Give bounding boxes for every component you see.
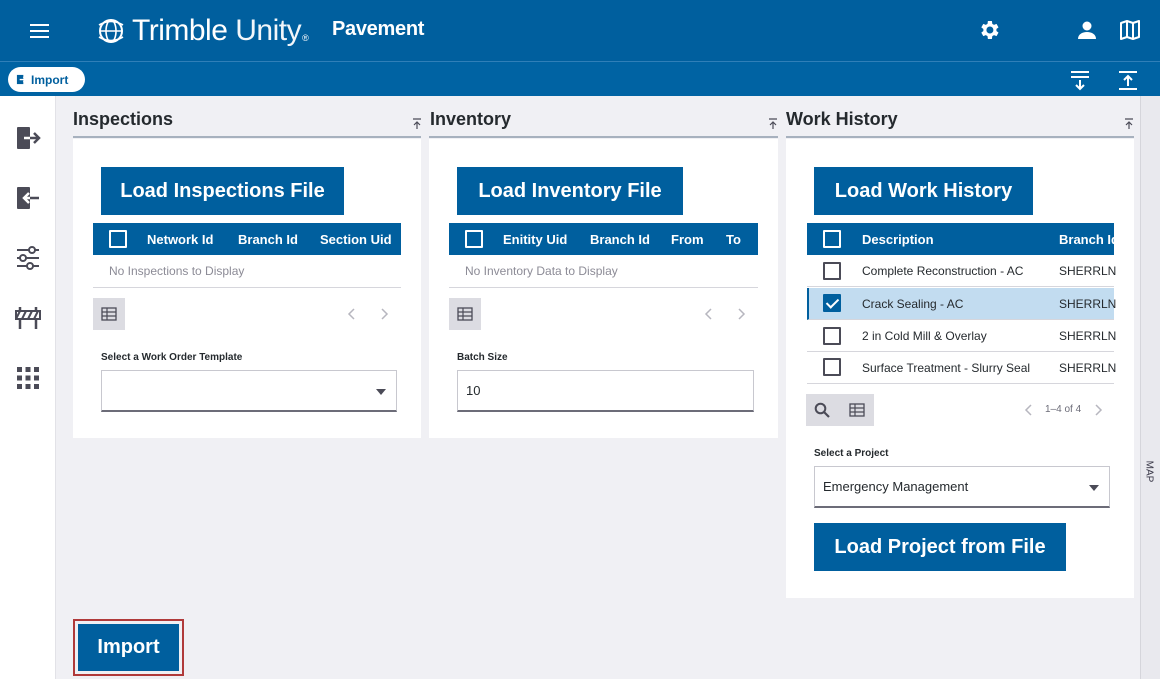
import-icon[interactable]	[14, 124, 42, 152]
sliders-icon[interactable]	[14, 244, 42, 272]
search-icon[interactable]	[814, 402, 830, 418]
column-header[interactable]: Network Id	[147, 232, 213, 247]
map-tab-label[interactable]: MAP	[1144, 460, 1155, 484]
map-panel-tab[interactable]	[1140, 96, 1160, 679]
row-checkbox[interactable]	[823, 327, 841, 345]
inspections-divider	[73, 136, 421, 138]
expand-all-icon[interactable]	[1117, 69, 1139, 91]
next-page-icon[interactable]	[736, 307, 746, 321]
collapse-icon[interactable]	[767, 118, 779, 130]
load-project-button[interactable]: Load Project from File	[814, 523, 1066, 571]
row-checkbox[interactable]	[823, 294, 841, 312]
table-icon	[101, 307, 117, 321]
column-header[interactable]: Section Uid	[320, 232, 392, 247]
left-rail	[0, 96, 56, 679]
work-history-divider	[786, 136, 1134, 138]
next-page-icon[interactable]	[1093, 403, 1103, 417]
grid-settings-button[interactable]	[449, 298, 481, 330]
table-row[interactable]: 2 in Cold Mill & Overlay SHERRLN	[807, 320, 1117, 352]
chevron-down-icon	[376, 389, 386, 395]
project-select[interactable]: Emergency Management	[814, 466, 1110, 508]
inventory-grid-header: Enitity Uid Branch Id From To	[449, 223, 758, 255]
import-button-focus-ring: Import	[73, 619, 184, 676]
user-icon[interactable]	[1075, 18, 1099, 42]
collapse-icon[interactable]	[1123, 118, 1135, 130]
work-order-template-select[interactable]	[101, 370, 397, 412]
column-header[interactable]: From	[671, 232, 704, 247]
import-icon	[16, 74, 27, 85]
load-inspections-button[interactable]: Load Inspections File	[101, 167, 344, 215]
app-header: Trimble Unity ® Pavement	[0, 0, 1160, 61]
table-row[interactable]: Crack Sealing - AC SHERRLN	[807, 288, 1117, 320]
collapse-icon[interactable]	[411, 118, 423, 130]
inventory-title: Inventory	[430, 109, 512, 129]
row-branch: SHERRLN	[1059, 329, 1117, 343]
row-description: Crack Sealing - AC	[862, 297, 964, 311]
barrier-icon[interactable]	[14, 304, 42, 332]
inspections-title: Inspections	[73, 109, 174, 129]
project-label: Select a Project	[814, 448, 889, 459]
table-icon	[457, 307, 473, 321]
row-description: Complete Reconstruction - AC	[862, 264, 1024, 278]
column-header[interactable]: Branch Id	[238, 232, 298, 247]
empty-message: No Inventory Data to Display	[449, 255, 758, 288]
row-description: 2 in Cold Mill & Overlay	[862, 329, 987, 343]
column-header[interactable]: Branch Id	[1059, 232, 1114, 247]
inspections-grid-header: Network Id Branch Id Section Uid	[93, 223, 401, 255]
prev-page-icon[interactable]	[1024, 403, 1034, 417]
row-branch: SHERRLN	[1059, 297, 1117, 311]
export-icon[interactable]	[14, 184, 42, 212]
row-checkbox[interactable]	[823, 358, 841, 376]
empty-message: No Inspections to Display	[93, 255, 401, 288]
column-header[interactable]: Branch Id	[590, 232, 650, 247]
prev-page-icon[interactable]	[704, 307, 714, 321]
import-breadcrumb-button[interactable]: Import	[8, 67, 85, 92]
load-inventory-button[interactable]: Load Inventory File	[457, 167, 683, 215]
select-all-checkbox[interactable]	[823, 230, 841, 248]
pager-text: 1–4 of 4	[1045, 404, 1082, 415]
toolbar: Import	[0, 61, 1160, 96]
trimble-globe-icon	[98, 19, 124, 43]
inventory-divider	[429, 136, 778, 138]
table-icon[interactable]	[849, 403, 865, 417]
prev-page-icon[interactable]	[347, 307, 357, 321]
select-all-checkbox[interactable]	[465, 230, 483, 248]
brand-name: Trimble	[132, 14, 228, 47]
batch-size-value: 10	[466, 383, 481, 398]
project-value: Emergency Management	[823, 479, 969, 494]
load-work-history-button[interactable]: Load Work History	[814, 167, 1033, 215]
batch-size-input[interactable]: 10	[457, 370, 754, 412]
next-page-icon[interactable]	[379, 307, 389, 321]
gear-icon[interactable]	[977, 18, 1001, 42]
table-row[interactable]: Surface Treatment - Slurry Seal SHERRLN	[807, 352, 1117, 384]
table-row[interactable]: Complete Reconstruction - AC SHERRLN	[807, 255, 1117, 287]
apps-grid-icon[interactable]	[14, 364, 42, 392]
brand-logo: Trimble Unity ®	[96, 12, 309, 50]
batch-size-label: Batch Size	[457, 352, 508, 363]
template-label: Select a Work Order Template	[101, 352, 243, 363]
menu-icon[interactable]	[22, 18, 58, 44]
column-header[interactable]: To	[726, 232, 741, 247]
row-checkbox[interactable]	[823, 262, 841, 280]
map-icon[interactable]	[1118, 18, 1142, 42]
column-header[interactable]: Enitity Uid	[503, 232, 567, 247]
row-branch: SHERRLN	[1059, 264, 1117, 278]
grid-settings-button[interactable]	[93, 298, 125, 330]
app-name: Pavement	[332, 18, 425, 40]
brand-mark: ®	[302, 33, 309, 43]
column-header[interactable]: Description	[862, 232, 934, 247]
work-history-grid-header: Description Branch Id	[807, 223, 1114, 255]
row-branch: SHERRLN	[1059, 361, 1117, 375]
import-button[interactable]: Import	[78, 624, 179, 671]
row-description: Surface Treatment - Slurry Seal	[862, 361, 1031, 375]
select-all-checkbox[interactable]	[109, 230, 127, 248]
import-breadcrumb-label: Import	[31, 72, 69, 87]
grid-toolbar	[806, 394, 874, 426]
work-history-title: Work History	[786, 109, 898, 129]
brand-suffix: Unity	[235, 14, 302, 47]
collapse-all-icon[interactable]	[1069, 69, 1091, 91]
chevron-down-icon	[1089, 485, 1099, 491]
